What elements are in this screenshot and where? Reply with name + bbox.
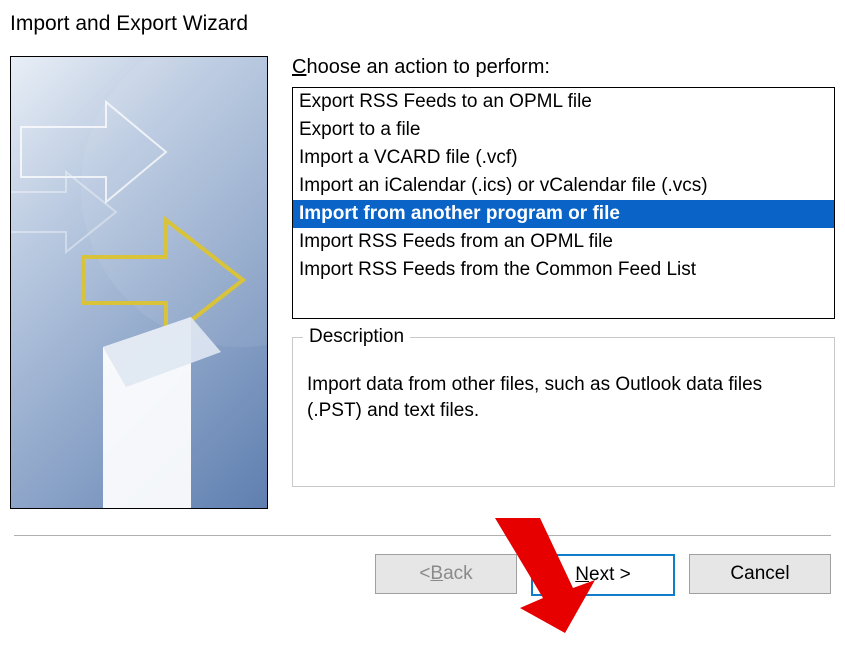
action-listbox[interactable]: Export RSS Feeds to an OPML fileExport t… xyxy=(292,87,835,319)
prompt-label: Choose an action to perform: xyxy=(292,56,835,79)
back-button: < Back xyxy=(375,554,517,594)
dialog-content: Choose an action to perform: Export RSS … xyxy=(0,56,845,509)
description-text: Import data from other files, such as Ou… xyxy=(307,372,820,424)
action-option[interactable]: Import from another program or file xyxy=(293,200,834,228)
description-legend: Description xyxy=(303,326,410,348)
action-option[interactable]: Export RSS Feeds to an OPML file xyxy=(293,88,834,116)
action-option[interactable]: Import a VCARD file (.vcf) xyxy=(293,144,834,172)
action-option[interactable]: Export to a file xyxy=(293,116,834,144)
wizard-graphic xyxy=(10,56,268,509)
dialog-title: Import and Export Wizard xyxy=(0,0,845,56)
next-button[interactable]: Next > xyxy=(531,554,675,596)
action-option[interactable]: Import RSS Feeds from the Common Feed Li… xyxy=(293,256,834,284)
action-option[interactable]: Import an iCalendar (.ics) or vCalendar … xyxy=(293,172,834,200)
button-row: < Back Next > Cancel xyxy=(0,536,845,596)
description-group: Description Import data from other files… xyxy=(292,337,835,487)
cancel-button[interactable]: Cancel xyxy=(689,554,831,594)
action-option[interactable]: Import RSS Feeds from an OPML file xyxy=(293,228,834,256)
